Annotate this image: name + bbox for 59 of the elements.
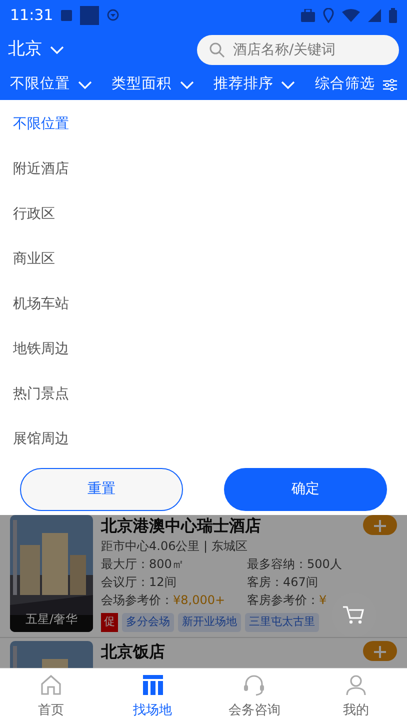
status-time: 11:31 — [10, 4, 54, 26]
home-icon — [38, 673, 63, 698]
dropdown-item[interactable]: 地铁周边 — [0, 325, 407, 370]
venue-name: 北京饭店 — [101, 641, 166, 663]
chevron-down-icon — [78, 80, 92, 90]
promo-badge: 促 — [101, 613, 118, 632]
search-field[interactable]: 酒店名称/关键词 — [197, 35, 399, 65]
circle-icon — [107, 9, 120, 21]
nav-tab[interactable]: 我的 — [305, 669, 407, 725]
filter-tab[interactable]: 不限位置 — [10, 74, 92, 96]
search-icon — [209, 42, 225, 58]
venue-info: 客房：467间 — [247, 574, 319, 591]
city-selector[interactable]: 北京 — [8, 37, 64, 63]
add-button[interactable] — [363, 641, 397, 661]
chevron-down-icon — [281, 80, 296, 90]
wifi-icon — [342, 8, 360, 22]
confirm-button[interactable]: 确定 — [224, 468, 387, 511]
plus-icon — [374, 520, 386, 532]
dropdown-item[interactable]: 机场车站 — [0, 280, 407, 325]
search-input[interactable]: 酒店名称/关键词 — [233, 40, 387, 60]
filter-tab[interactable]: 类型面积 — [112, 74, 194, 96]
venue-tag: 多分会场 — [122, 613, 174, 632]
cart-icon — [343, 605, 365, 625]
dropdown-item[interactable]: 附近酒店 — [0, 145, 407, 190]
venue-distance: 距市中心4.06公里 | 东城区 — [101, 538, 248, 555]
grid-icon — [140, 673, 165, 698]
nav-tab[interactable]: 找场地 — [102, 669, 204, 725]
chevron-down-icon — [180, 80, 194, 90]
dropdown-item[interactable]: 不限位置 — [0, 100, 407, 145]
briefcase-icon — [301, 8, 315, 22]
venue-price: 会场参考价：¥8,000+ — [101, 592, 226, 609]
battery-icon — [389, 8, 397, 22]
chevron-down-icon — [50, 46, 64, 54]
dropdown-item[interactable]: 商业区 — [0, 235, 407, 280]
filter-tab[interactable]: 推荐排序 — [213, 74, 296, 96]
venue-tag: 三里屯太古里 — [245, 613, 319, 632]
square-icon — [80, 6, 100, 24]
rating-label: 五星/奢华 — [24, 611, 79, 628]
venue-name: 北京港澳中心瑞士酒店 — [101, 515, 262, 537]
venue-tag: 新开业场地 — [178, 613, 241, 632]
dropdown-item[interactable]: 行政区 — [0, 190, 407, 235]
room-price: 客房参考价：¥ — [247, 592, 328, 609]
dropdown-item[interactable]: 展馆周边 — [0, 415, 407, 460]
headset-icon — [242, 673, 266, 698]
location-icon — [323, 8, 334, 22]
nav-tab[interactable]: 会务咨询 — [204, 669, 306, 725]
signal-icon — [368, 8, 381, 22]
filter-tab[interactable]: 综合筛选 — [314, 74, 397, 96]
reset-button[interactable]: 重置 — [20, 468, 183, 511]
venue-info: 最大厅：800㎡ — [101, 556, 185, 573]
sliders-icon — [382, 79, 397, 91]
dropdown-item[interactable]: 热门景点 — [0, 370, 407, 415]
plus-icon — [374, 646, 386, 658]
person-icon — [344, 673, 368, 698]
venue-info: 会议厅：12间 — [101, 574, 178, 591]
venue-info: 最多容纳：500人 — [247, 556, 343, 573]
app-icon — [61, 10, 72, 20]
add-button[interactable] — [363, 515, 397, 535]
nav-tab[interactable]: 首页 — [0, 669, 102, 725]
